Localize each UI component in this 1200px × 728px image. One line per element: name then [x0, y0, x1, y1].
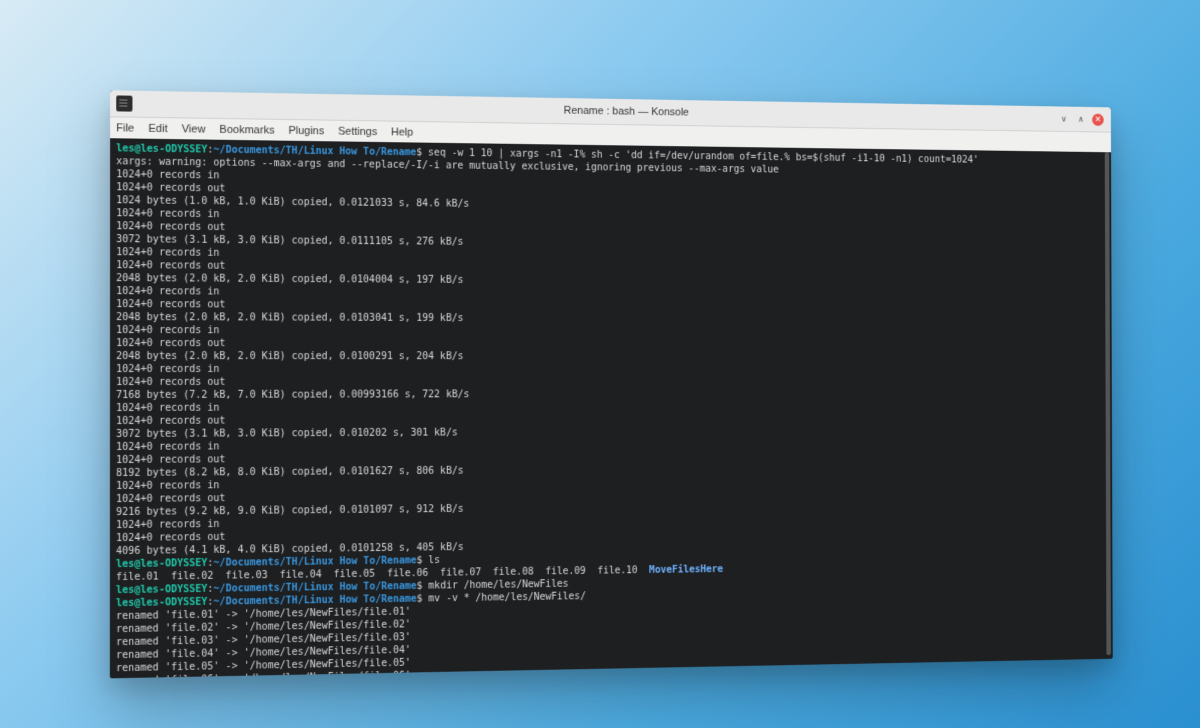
menu-view[interactable]: View — [182, 123, 206, 135]
terminal-output[interactable]: les@les-ODYSSEY:~/Documents/TH/Linux How… — [110, 138, 1113, 678]
terminal-line: 1024+0 records in — [116, 363, 1105, 376]
terminal-line: 2048 bytes (2.0 kB, 2.0 KiB) copied, 0.0… — [116, 311, 1104, 326]
konsole-window: Rename : bash — Konsole ∨ ∧ ✕ File Edit … — [110, 90, 1113, 678]
menu-settings[interactable]: Settings — [338, 126, 377, 138]
scrollbar-thumb[interactable] — [1105, 152, 1111, 655]
maximize-button[interactable]: ∧ — [1075, 113, 1087, 125]
menu-help[interactable]: Help — [391, 126, 413, 138]
terminal-line: 1024+0 records out — [116, 337, 1104, 351]
minimize-button[interactable]: ∨ — [1058, 113, 1070, 125]
menu-edit[interactable]: Edit — [148, 123, 167, 135]
terminal-icon — [116, 95, 132, 111]
terminal-line: 2048 bytes (2.0 kB, 2.0 KiB) copied, 0.0… — [116, 350, 1104, 363]
menu-plugins[interactable]: Plugins — [288, 125, 324, 137]
scrollbar[interactable] — [1105, 152, 1111, 655]
menu-bookmarks[interactable]: Bookmarks — [220, 124, 275, 137]
menu-file[interactable]: File — [116, 122, 134, 134]
close-button[interactable]: ✕ — [1092, 113, 1104, 125]
